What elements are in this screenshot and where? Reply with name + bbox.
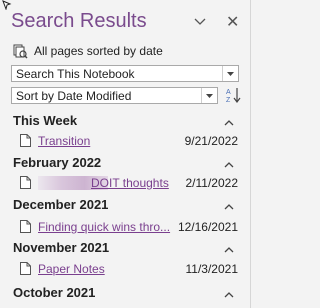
page-link[interactable]: Paper Notes <box>38 262 105 276</box>
pane-title: Search Results <box>11 10 147 32</box>
svg-text:A: A <box>226 89 231 96</box>
chevron-down-icon[interactable] <box>193 16 207 26</box>
pages-search-icon <box>13 44 28 59</box>
svg-text:Z: Z <box>226 97 231 104</box>
sort-order-icon[interactable]: A Z <box>225 86 241 104</box>
chevron-up-icon[interactable] <box>224 119 234 127</box>
page-link[interactable]: DOIT thoughts <box>91 176 169 190</box>
group-header: February 2022 <box>13 155 102 170</box>
group-header: November 2021 <box>13 240 110 255</box>
page-date: 2/11/2022 <box>185 176 239 190</box>
chevron-up-icon[interactable] <box>224 291 234 299</box>
page-link[interactable]: Transition <box>38 134 90 148</box>
sort-dropdown[interactable]: Sort by Date Modified <box>11 87 218 104</box>
page-date: 11/3/2021 <box>185 262 239 276</box>
page-icon <box>20 220 31 233</box>
search-scope-dropdown[interactable]: Search This Notebook <box>11 65 239 82</box>
dropdown-arrow-icon[interactable] <box>222 66 238 81</box>
page-icon <box>20 176 31 189</box>
page-date: 12/16/2021 <box>177 220 238 234</box>
scope-label: All pages sorted by date <box>34 44 163 58</box>
search-scope-value: Search This Notebook <box>16 67 135 81</box>
group-header: December 2021 <box>13 197 109 212</box>
group-header: October 2021 <box>13 285 96 300</box>
list-item[interactable]: Finding quick wins thro... 12/16/2021 <box>20 219 242 235</box>
page-date: 9/21/2022 <box>184 134 238 148</box>
list-item[interactable]: Transition 9/21/2022 <box>20 133 242 149</box>
list-item[interactable]: Paper Notes 11/3/2021 <box>20 261 242 277</box>
search-scope-label-row: All pages sorted by date <box>13 42 163 60</box>
group-header: This Week <box>13 113 78 128</box>
close-icon[interactable]: ✕ <box>226 12 239 32</box>
page-link[interactable]: Finding quick wins thro... <box>38 220 170 234</box>
list-item[interactable]: DOIT thoughts 2/11/2022 <box>20 175 242 191</box>
page-icon <box>20 134 31 147</box>
search-results-pane: Search Results ✕ All pages sorted by dat… <box>0 0 251 308</box>
page-icon <box>20 262 31 275</box>
chevron-up-icon[interactable] <box>224 161 234 169</box>
sort-value: Sort by Date Modified <box>16 89 132 103</box>
dropdown-arrow-icon[interactable] <box>201 88 217 103</box>
chevron-up-icon[interactable] <box>224 246 234 254</box>
chevron-up-icon[interactable] <box>224 203 234 211</box>
